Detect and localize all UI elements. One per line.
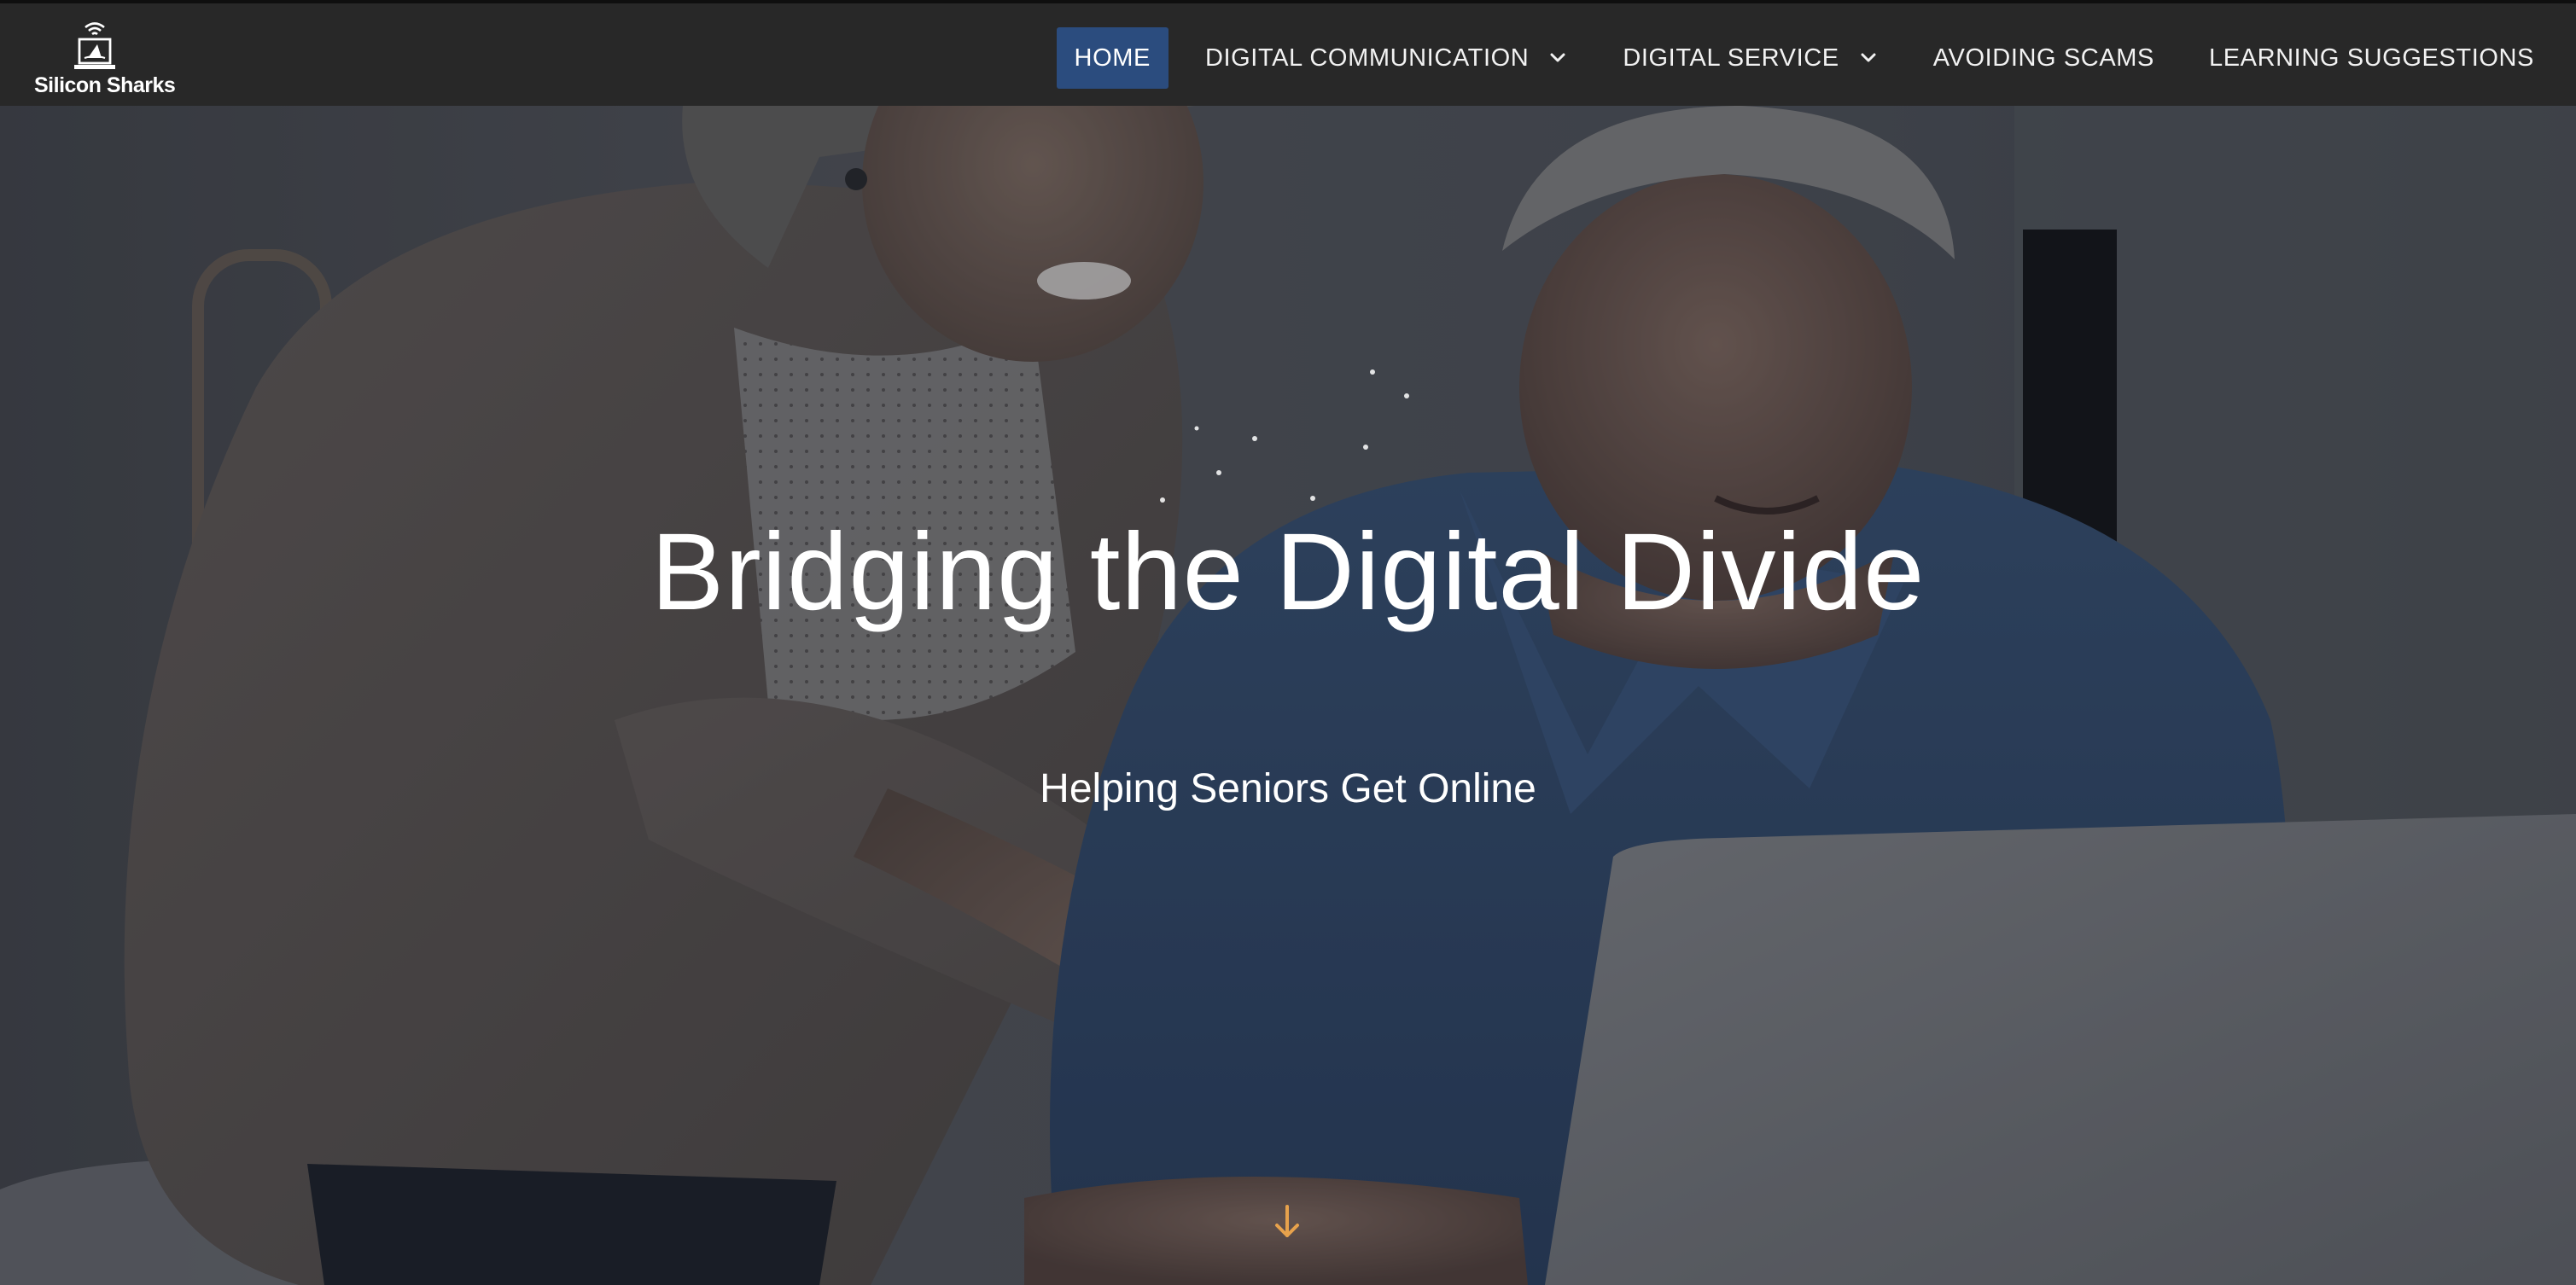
nav-item-label: HOME xyxy=(1074,44,1151,72)
nav-item-digital-communication[interactable]: DIGITAL COMMUNICATION xyxy=(1187,27,1586,89)
hero-subtitle: Helping Seniors Get Online xyxy=(1040,766,1536,811)
nav-item-home[interactable]: HOME xyxy=(1056,27,1169,89)
chevron-down-icon xyxy=(1550,53,1565,62)
top-navigation-bar: Silicon Sharks HOME DIGITAL COMMUNICATIO… xyxy=(0,0,2576,106)
arrow-down-icon[interactable] xyxy=(1272,1203,1303,1241)
hero-section: Bridging the Digital Divide Helping Seni… xyxy=(0,106,2576,1285)
chevron-down-icon xyxy=(1861,53,1876,62)
nav-item-learning-suggestions[interactable]: LEARNING SUGGESTIONS xyxy=(2191,27,2552,89)
laptop-wifi-icon xyxy=(74,22,115,69)
nav-item-label: LEARNING SUGGESTIONS xyxy=(2208,44,2534,72)
nav-item-label: DIGITAL COMMUNICATION xyxy=(1204,44,1530,72)
brand-logo[interactable]: Silicon Sharks xyxy=(34,19,176,101)
hero-title: Bridging the Digital Divide xyxy=(650,511,1926,633)
hero-background-image xyxy=(0,106,2576,1285)
brand-name: Silicon Sharks xyxy=(34,73,176,97)
nav-item-avoiding-scams[interactable]: AVOIDING SCAMS xyxy=(1915,27,2172,89)
nav-item-digital-service[interactable]: DIGITAL SERVICE xyxy=(1605,27,1896,89)
page: Silicon Sharks HOME DIGITAL COMMUNICATIO… xyxy=(0,0,2576,1285)
nav-item-label: AVOIDING SCAMS xyxy=(1932,44,2154,72)
nav-item-label: DIGITAL SERVICE xyxy=(1623,44,1839,72)
main-nav: HOME DIGITAL COMMUNICATION DIGITAL SERVI… xyxy=(1038,27,2552,89)
